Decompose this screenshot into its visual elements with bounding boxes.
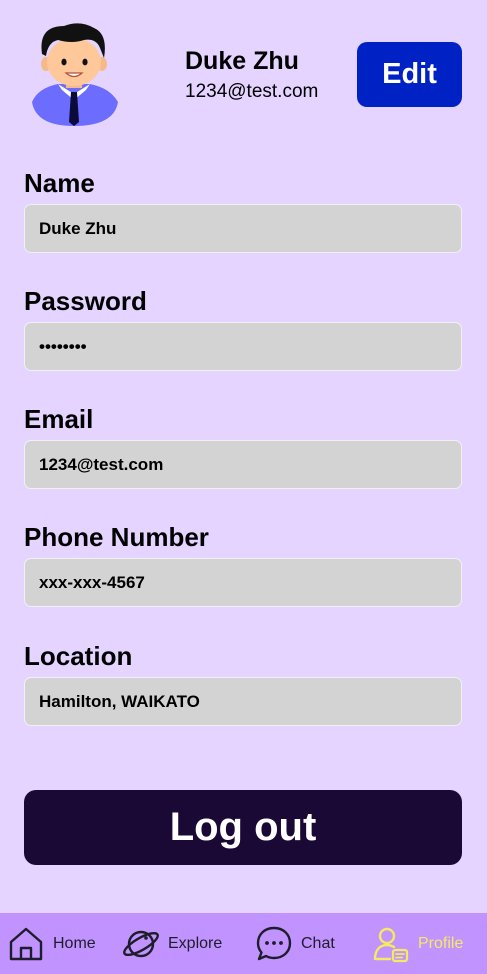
email-field: Email 1234@test.com	[24, 402, 462, 489]
bottom-nav: Home Explore Chat Profile	[0, 913, 487, 974]
profile-header: Duke Zhu 1234@test.com Edit	[0, 0, 487, 140]
field-label: Name	[24, 168, 95, 198]
phone-input[interactable]: xxx-xxx-4567	[24, 558, 462, 607]
logout-button[interactable]: Log out	[24, 790, 462, 865]
field-label: Email	[24, 404, 94, 434]
chat-icon	[256, 926, 292, 960]
location-input[interactable]: Hamilton, WAIKATO	[24, 677, 462, 726]
home-icon	[9, 927, 43, 960]
field-label: Location	[24, 641, 133, 671]
nav-label: Home	[53, 934, 96, 952]
password-input[interactable]: ••••••••	[24, 322, 462, 371]
location-field: Location Hamilton, WAIKATO	[24, 639, 462, 726]
name-input[interactable]: Duke Zhu	[24, 204, 462, 253]
password-field: Password ••••••••	[24, 284, 462, 371]
edit-button[interactable]: Edit	[357, 42, 462, 107]
profile-icon	[373, 927, 409, 962]
planet-icon	[123, 930, 159, 957]
nav-label: Explore	[168, 934, 223, 952]
nav-item-chat[interactable]: Chat	[255, 913, 335, 974]
nav-item-profile[interactable]: Profile	[372, 913, 463, 974]
phone-field: Phone Number xxx-xxx-4567	[24, 520, 462, 607]
user-name: Duke Zhu	[185, 47, 299, 75]
field-label: Password	[24, 286, 147, 316]
user-email: 1234@test.com	[185, 81, 319, 102]
email-input[interactable]: 1234@test.com	[24, 440, 462, 489]
name-field: Name Duke Zhu	[24, 166, 462, 253]
nav-item-home[interactable]: Home	[7, 913, 96, 974]
avatar	[32, 23, 118, 126]
nav-item-explore[interactable]: Explore	[122, 913, 222, 974]
field-label: Phone Number	[24, 522, 209, 552]
nav-label: Profile	[418, 934, 464, 952]
nav-label: Chat	[301, 934, 335, 952]
